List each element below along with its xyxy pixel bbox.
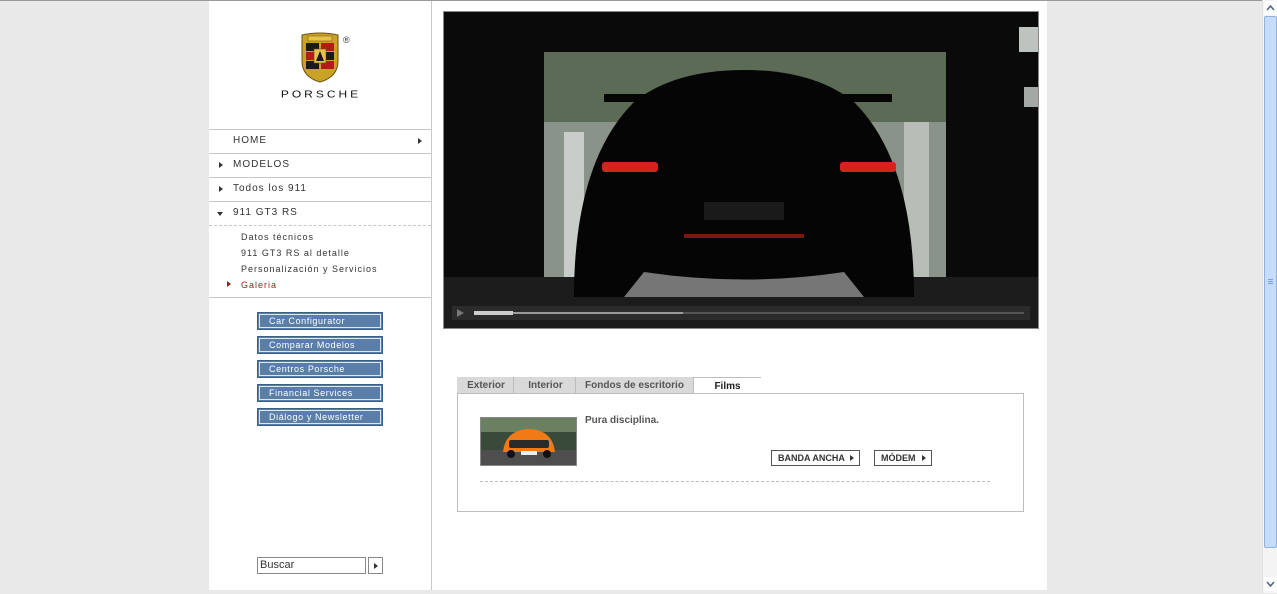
- arrow-right-icon: [922, 455, 926, 461]
- tab-label: Films: [714, 381, 741, 392]
- subnav-galeria[interactable]: Galeria: [241, 280, 277, 290]
- panel-divider: [480, 481, 990, 482]
- nav-item-label: MODELOS: [233, 159, 291, 170]
- sidebar: ® PORSCHE HOME MODELOS Todos los 911 911…: [209, 1, 432, 590]
- comparar-modelos-button[interactable]: Comparar Modelos: [257, 336, 383, 354]
- video-player[interactable]: [443, 11, 1039, 329]
- search-input[interactable]: Buscar: [257, 557, 366, 574]
- grip-line: [1268, 283, 1273, 284]
- arrow-down-icon: [217, 212, 223, 216]
- tab-label: Exterior: [467, 380, 505, 391]
- arrow-right-icon: [418, 138, 422, 144]
- button-label: BANDA ANCHA: [778, 453, 845, 463]
- tab-interior[interactable]: Interior: [513, 377, 577, 394]
- film-title: Pura disciplina.: [585, 415, 659, 426]
- subnav-al-detalle[interactable]: 911 GT3 RS al detalle: [241, 248, 350, 258]
- vertical-scrollbar[interactable]: [1262, 0, 1277, 593]
- nav-item-label: Todos los 911: [233, 183, 307, 194]
- tab-fondos-escritorio[interactable]: Fondos de escritorio: [575, 377, 693, 394]
- arrow-right-icon: [219, 186, 223, 192]
- button-label: Diálogo y Newsletter: [259, 410, 381, 424]
- modem-button[interactable]: MÓDEM: [874, 450, 932, 466]
- scroll-thumb[interactable]: [1264, 16, 1277, 548]
- search-submit-button[interactable]: [368, 557, 383, 574]
- tab-label: Fondos de escritorio: [585, 380, 684, 391]
- subnav-datos-tecnicos[interactable]: Datos técnicos: [241, 232, 314, 242]
- button-label: Comparar Modelos: [259, 338, 381, 352]
- nav-item-911-gt3-rs[interactable]: 911 GT3 RS: [209, 201, 431, 224]
- chevron-up-icon: [1266, 4, 1275, 11]
- submenu-divider: [209, 225, 431, 226]
- page-container: ® PORSCHE HOME MODELOS Todos los 911 911…: [209, 1, 1047, 590]
- nav-item-modelos[interactable]: MODELOS: [209, 153, 431, 176]
- nav-item-home[interactable]: HOME: [209, 129, 431, 152]
- porsche-wordmark[interactable]: PORSCHE: [257, 88, 385, 100]
- subnav-personalizacion[interactable]: Personalización y Servicios: [241, 264, 378, 274]
- chevron-down-icon: [1266, 581, 1275, 588]
- gallery-tab-bar: Exterior Interior Fondos de escritorio F…: [457, 377, 767, 394]
- nav-item-label: 911 GT3 RS: [233, 207, 298, 218]
- button-label: MÓDEM: [881, 453, 916, 463]
- tab-films[interactable]: Films: [693, 377, 761, 394]
- tab-label: Interior: [528, 380, 563, 391]
- button-label: Car Configurator: [259, 314, 381, 328]
- porsche-crest-logo[interactable]: [300, 31, 340, 83]
- scroll-down-button[interactable]: [1264, 577, 1277, 591]
- arrow-right-icon: [219, 162, 223, 168]
- tab-exterior[interactable]: Exterior: [457, 377, 515, 394]
- video-progress-track[interactable]: [474, 311, 1024, 315]
- grip-line: [1268, 281, 1273, 282]
- dialogo-newsletter-button[interactable]: Diálogo y Newsletter: [257, 408, 383, 426]
- registered-mark: ®: [343, 35, 350, 45]
- active-arrow-icon: [227, 281, 231, 287]
- video-played-bar: [474, 311, 513, 315]
- button-label: Centros Porsche: [259, 362, 381, 376]
- button-label: Financial Services: [259, 386, 381, 400]
- banda-ancha-button[interactable]: BANDA ANCHA: [771, 450, 860, 466]
- films-panel: Pura disciplina. BANDA ANCHA MÓDEM: [457, 393, 1024, 512]
- film-thumbnail[interactable]: [480, 417, 577, 466]
- nav-item-label: HOME: [233, 135, 267, 146]
- submenu-bottom-divider: [209, 297, 431, 298]
- centros-porsche-button[interactable]: Centros Porsche: [257, 360, 383, 378]
- arrow-right-icon: [374, 563, 378, 569]
- scroll-up-button[interactable]: [1264, 1, 1277, 15]
- grip-line: [1268, 279, 1273, 280]
- arrow-right-icon: [850, 455, 854, 461]
- car-configurator-button[interactable]: Car Configurator: [257, 312, 383, 330]
- nav-item-todos-911[interactable]: Todos los 911: [209, 177, 431, 200]
- financial-services-button[interactable]: Financial Services: [257, 384, 383, 402]
